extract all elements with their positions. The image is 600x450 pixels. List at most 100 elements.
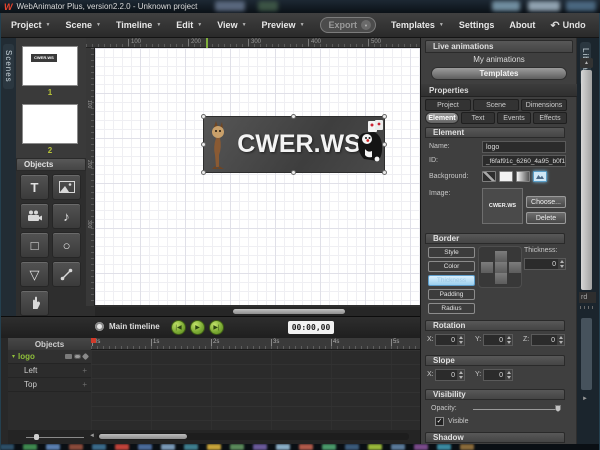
- choose-image-button[interactable]: Choose...: [526, 196, 566, 208]
- my-animations-item[interactable]: My animations: [421, 55, 577, 64]
- delete-image-button[interactable]: Delete: [526, 212, 566, 224]
- playhead-marker[interactable]: [91, 338, 96, 343]
- eye-icon[interactable]: [74, 354, 81, 359]
- ellipse-tool[interactable]: ○: [52, 232, 81, 258]
- rotation-z-spinner[interactable]: 0: [531, 334, 565, 346]
- border-thickness-button[interactable]: Thickness: [428, 275, 475, 286]
- selection-handle[interactable]: [382, 170, 387, 175]
- tab-scene[interactable]: Scene: [473, 99, 519, 111]
- scroll-left-icon[interactable]: ◄: [89, 433, 95, 439]
- scroll-right-icon[interactable]: ►: [582, 396, 588, 402]
- zoom-slider-handle[interactable]: [34, 434, 39, 440]
- canvas[interactable]: CWER.WS: [95, 48, 420, 305]
- opacity-slider[interactable]: [473, 409, 559, 410]
- tab-project[interactable]: Project: [425, 99, 471, 111]
- chevron-down-icon[interactable]: ▼: [361, 20, 371, 30]
- canvas-horizontal-scrollbar[interactable]: [95, 307, 420, 316]
- audio-tool[interactable]: ♪: [52, 203, 81, 229]
- keyframe-icon[interactable]: [82, 353, 89, 360]
- tab-dimensions[interactable]: Dimensions: [521, 99, 567, 111]
- slope-x-spinner[interactable]: 0: [435, 369, 465, 381]
- name-field[interactable]: logo: [482, 141, 566, 153]
- spinner-arrows-icon[interactable]: [505, 370, 512, 380]
- scrollbar-thumb[interactable]: [99, 434, 187, 439]
- rectangle-tool[interactable]: □: [20, 232, 49, 258]
- selected-logo-element[interactable]: CWER.WS: [203, 116, 385, 173]
- background-gradient-button[interactable]: [516, 171, 530, 182]
- menu-export[interactable]: Export ▼: [320, 17, 377, 33]
- rotation-y-spinner[interactable]: 0: [483, 334, 513, 346]
- border-all-sides[interactable]: [495, 262, 507, 273]
- selection-handle[interactable]: [201, 142, 206, 147]
- thickness-spinner[interactable]: 0: [524, 258, 566, 270]
- spinner-arrows-icon[interactable]: [505, 335, 512, 345]
- timeline-horizontal-scrollbar[interactable]: [97, 433, 409, 440]
- timeline-row-left[interactable]: Left +: [8, 364, 91, 378]
- storyboard-scrollbar-thumb[interactable]: [581, 318, 592, 390]
- spinner-arrows-icon[interactable]: [557, 335, 564, 345]
- video-tool[interactable]: [20, 203, 49, 229]
- spinner-arrows-icon[interactable]: [457, 370, 464, 380]
- timeline-row-top[interactable]: Top +: [8, 378, 91, 392]
- scrollbar-thumb[interactable]: [233, 309, 345, 314]
- selection-handle[interactable]: [382, 114, 387, 119]
- skip-start-button[interactable]: |◀: [171, 320, 186, 335]
- scene-1-thumbnail[interactable]: CWER.WS: [22, 46, 78, 86]
- undo-button[interactable]: ↶ Undo: [550, 19, 585, 32]
- tab-text[interactable]: Text: [461, 112, 495, 124]
- border-top-side[interactable]: [495, 251, 507, 262]
- properties-scrollbar-thumb[interactable]: [581, 70, 592, 290]
- visible-checkbox[interactable]: ✓: [435, 417, 444, 426]
- menu-view[interactable]: View ▼: [217, 20, 246, 30]
- play-button[interactable]: ▶: [190, 320, 205, 335]
- background-solid-button[interactable]: [499, 171, 513, 182]
- spinner-arrows-icon[interactable]: [558, 259, 565, 269]
- selection-handle[interactable]: [291, 170, 296, 175]
- border-color-button[interactable]: Color: [428, 261, 475, 272]
- id-field[interactable]: _f6faf91c_6260_4a95_b0f1: [482, 155, 566, 167]
- selection-handle[interactable]: [382, 142, 387, 147]
- film-icon[interactable]: [65, 354, 72, 359]
- menu-settings[interactable]: Settings: [459, 20, 495, 30]
- menu-scene[interactable]: Scene ▼: [65, 20, 100, 30]
- text-tool[interactable]: T: [20, 174, 49, 200]
- opacity-slider-handle[interactable]: [555, 405, 561, 412]
- line-tool[interactable]: [52, 261, 81, 287]
- scene-2-thumbnail[interactable]: [22, 104, 78, 144]
- background-none-button[interactable]: [482, 171, 496, 182]
- timeline-row-logo[interactable]: ▾ logo: [8, 350, 91, 364]
- triangle-tool[interactable]: ▽: [20, 261, 49, 287]
- skip-end-button[interactable]: ▶|: [209, 320, 224, 335]
- selection-handle[interactable]: [291, 114, 296, 119]
- menu-about[interactable]: About: [509, 20, 535, 30]
- live-animations-header[interactable]: Live animations: [425, 40, 573, 53]
- rotation-x-spinner[interactable]: 0: [435, 334, 465, 346]
- menu-project[interactable]: Project ▼: [11, 20, 50, 30]
- menu-preview[interactable]: Preview ▼: [262, 20, 305, 30]
- tab-events[interactable]: Events: [497, 112, 531, 124]
- titlebar[interactable]: W WebAnimator Plus, version2.2.0 - Unkno…: [0, 0, 600, 13]
- background-image-button[interactable]: [533, 171, 547, 182]
- menu-edit[interactable]: Edit ▼: [176, 20, 202, 30]
- hand-tool[interactable]: [20, 290, 49, 316]
- border-style-button[interactable]: Style: [428, 247, 475, 258]
- tab-element[interactable]: Element: [425, 112, 459, 124]
- scenes-panel-tab[interactable]: Scenes: [3, 44, 14, 89]
- border-left-side[interactable]: [481, 262, 493, 273]
- border-radius-button[interactable]: Radius: [428, 303, 475, 314]
- templates-button[interactable]: Templates: [431, 67, 567, 80]
- tab-effects[interactable]: Effects: [533, 112, 567, 124]
- slope-y-spinner[interactable]: 0: [483, 369, 513, 381]
- menu-timeline[interactable]: Timeline ▼: [116, 20, 161, 30]
- ruler-guide-marker[interactable]: [206, 38, 208, 48]
- border-bottom-side[interactable]: [495, 273, 507, 284]
- border-right-side[interactable]: [509, 262, 521, 273]
- image-tool[interactable]: [52, 174, 81, 200]
- selection-handle[interactable]: [201, 170, 206, 175]
- scroll-up-icon[interactable]: ▲: [580, 58, 593, 68]
- border-sides-selector[interactable]: [478, 246, 522, 288]
- timeline-tracks[interactable]: [91, 350, 420, 430]
- add-keyframe-icon[interactable]: +: [82, 380, 87, 389]
- menu-templates[interactable]: Templates ▼: [391, 20, 444, 30]
- add-keyframe-icon[interactable]: +: [82, 366, 87, 375]
